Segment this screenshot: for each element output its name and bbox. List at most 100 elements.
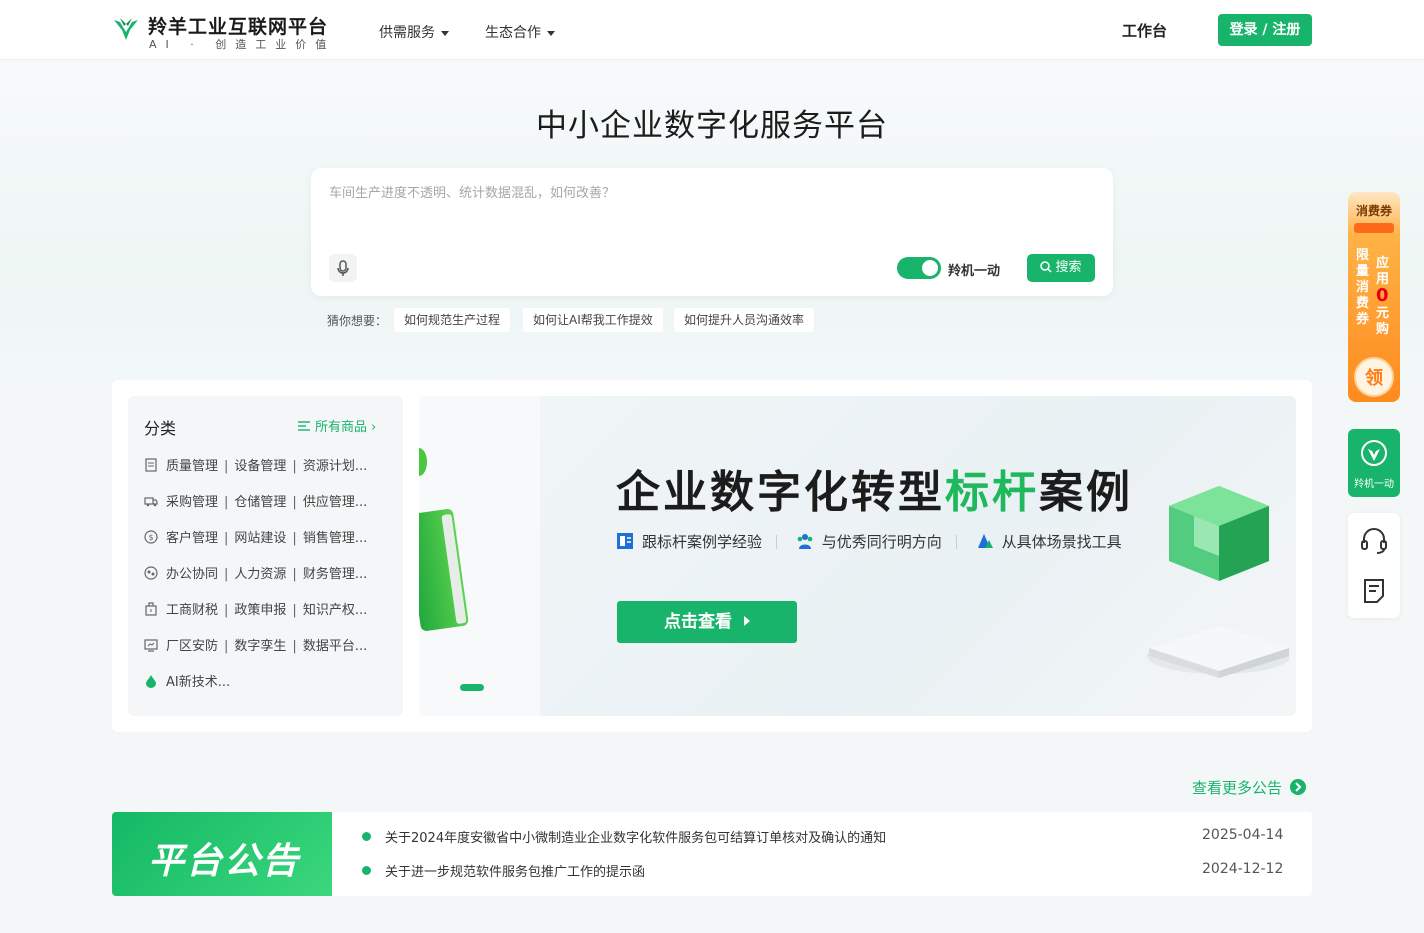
category-item[interactable]: 数字孪生 [234,639,286,654]
caret-down-icon [441,30,449,36]
category-row[interactable]: $ 客户管理 | 网站建设 | 销售管理... [144,527,392,547]
workbench-link[interactable]: 工作台 [1122,20,1167,41]
suggestion-chip[interactable]: 如何规范生产过程 [394,308,511,332]
separator: | [224,567,229,582]
more-notices-label: 查看更多公告 [1192,779,1283,797]
separator: | [224,459,229,474]
category-item[interactable]: AI新技术... [166,675,230,690]
category-item[interactable]: 办公协同 [166,567,218,582]
category-item[interactable]: 设备管理 [234,459,286,474]
microphone-button[interactable] [329,254,357,282]
feature-label: 跟标杆案例学经验 [642,533,763,551]
category-item[interactable]: 财务管理... [303,567,367,582]
feature-item: 与优秀同行明方向 [796,531,942,552]
more-notices-link[interactable]: 查看更多公告 [1192,777,1307,798]
banner-title-highlight: 标杆 [945,467,1039,518]
bullet-dot [362,832,371,841]
claim-coupon-button[interactable]: 领 [1354,357,1394,397]
category-item[interactable]: 销售管理... [303,531,367,546]
chevron-right-icon: › [371,420,377,435]
category-item[interactable]: 采购管理 [166,495,218,510]
view-case-button[interactable]: 点击查看 [617,601,797,643]
case-study-banner[interactable]: 企业数字化转型标杆案例 跟标杆案例学经验 与优秀同行明方向 从具体场景找工具 点… [419,396,1296,716]
category-row[interactable]: 质量管理 | 设备管理 | 资源计划... [144,455,392,475]
coupon-widget[interactable]: 消费券 限量消费券 应用0元购 领 [1348,192,1400,402]
search-button-label: 搜索 [1055,260,1082,275]
category-item[interactable]: 工商财税 [166,603,218,618]
category-item[interactable]: 政策申报 [234,603,286,618]
coupon-zero: 0 [1376,285,1389,306]
brand-title: 羚羊工业互联网平台 [148,16,329,38]
feature-separator [955,535,957,549]
view-case-label: 点击查看 [664,612,732,632]
category-item[interactable]: 仓储管理 [234,495,286,510]
separator: | [292,639,297,654]
category-row[interactable]: 办公协同 | 人力资源 | 财务管理... [144,563,392,583]
category-row[interactable]: 采购管理 | 仓储管理 | 供应管理... [144,491,392,511]
category-item[interactable]: 知识产权... [303,603,367,618]
category-item[interactable]: 人力资源 [234,567,286,582]
all-products-link[interactable]: 所有商品 › [297,416,376,435]
search-input[interactable] [329,182,1089,204]
category-item[interactable]: 网站建设 [234,531,286,546]
building-icon [145,602,157,616]
notice-item[interactable]: 关于进一步规范软件服务包推广工作的提示函 [362,861,645,880]
headset-icon[interactable] [1348,515,1400,565]
search-icon [1040,261,1053,273]
login-register-button[interactable]: 登录 / 注册 [1218,14,1312,46]
caret-down-icon [547,30,555,36]
side-toolbar [1348,513,1400,618]
separator: | [224,603,229,618]
coupon-text-a: 应用 [1376,256,1390,287]
category-row[interactable]: 厂区安防 | 数字孪生 | 数据平台... [144,635,392,655]
search-button[interactable]: 搜索 [1027,254,1095,282]
category-sidebar: 分类 所有商品 › 质量管理 | 设备管理 | 资源计划... 采购管理 | 仓储管理 | 供应管… [128,396,403,716]
notice-item[interactable]: 关于2024年度安徽省中小微制造业企业数字化软件服务包可结算订单核对及确认的通知 [362,827,886,846]
nav-ecosystem[interactable]: 生态合作 [485,22,555,42]
category-item[interactable]: 供应管理... [303,495,367,510]
notice-date: 2024-12-12 [1202,861,1284,877]
play-triangle-icon [744,616,750,626]
coupon-text-left: 限量消费券 [1356,248,1370,327]
feature-label: 从具体场景找工具 [1001,533,1122,551]
nav-label: 供需服务 [379,25,435,41]
bullet-dot [362,866,371,875]
category-row[interactable]: 工商财税 | 政策申报 | 知识产权... [144,599,392,619]
banner-title: 企业数字化转型标杆案例 [616,456,1133,520]
notice-tag: 平台公告 [112,812,332,896]
category-row[interactable]: AI新技术... [144,671,392,691]
suggestion-chip[interactable]: 如何提升人员沟通效率 [674,308,815,332]
leaf-shape [419,448,427,476]
category-item[interactable]: 厂区安防 [166,639,218,654]
coupon-text-right: 应用0元购 [1376,256,1392,338]
ai-search-box: 羚机一动 搜索 [311,168,1113,296]
suggestion-chip[interactable]: 如何让AI帮我工作提效 [523,308,663,332]
ai-assistant-label: 羚机一动 [1354,479,1394,490]
microphone-icon [337,260,349,276]
category-item[interactable]: 数据平台... [303,639,367,654]
separator: | [224,531,229,546]
arrow-right-circle-icon [1290,779,1307,795]
separator: | [292,567,297,582]
brand-logo[interactable]: 羚羊工业互联网平台 AI · 创造工业价值 [112,12,332,52]
nav-supply-demand[interactable]: 供需服务 [379,22,449,42]
ai-mode-toggle[interactable] [897,257,941,279]
toggle-knob [922,260,938,276]
tool-scene-icon [977,534,993,548]
carousel-indicator-active[interactable] [460,684,484,691]
all-products-label: 所有商品 [315,420,368,435]
notice-tag-text: 平台公告 [148,841,301,882]
category-item[interactable]: 客户管理 [166,531,218,546]
feature-separator [776,535,778,549]
category-item[interactable]: 资源计划... [303,459,367,474]
feature-item: 跟标杆案例学经验 [616,531,762,552]
list-icon [298,421,310,431]
separator: | [224,639,229,654]
feedback-icon[interactable] [1348,566,1400,616]
category-item[interactable]: 质量管理 [166,459,218,474]
page-title: 中小企业数字化服务平台 [536,108,888,144]
notice-text: 关于进一步规范软件服务包推广工作的提示函 [385,865,646,880]
ai-assistant-button[interactable]: 羚机一动 [1348,429,1400,497]
separator: | [292,531,297,546]
feature-item: 从具体场景找工具 [976,531,1122,552]
